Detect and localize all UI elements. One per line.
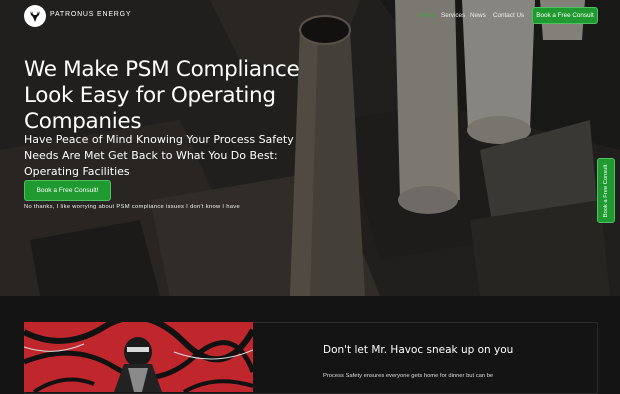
side-consult-tab-label: Book a Free Consult [603,164,609,217]
hero-consult-button[interactable]: Book a Free Consult! [24,180,111,201]
nav-news[interactable]: News [470,12,486,19]
nav-services[interactable]: Services [441,12,465,19]
hero-headline: We Make PSM Compliance Look Easy for Ope… [24,57,300,134]
side-consult-tab[interactable]: Book a Free Consult [597,158,615,223]
section-text: Process Safety ensures everyone gets hom… [323,373,494,379]
brand-name[interactable]: PATRONUS ENERGY [50,11,131,18]
decline-link[interactable]: No thanks, I like worrying about PSM com… [24,204,240,210]
deer-head-icon [30,11,40,22]
hero-subheadline: Have Peace of Mind Knowing Your Process … [24,133,294,178]
header-consult-button[interactable]: Book a Free Consult [532,7,598,24]
mr-havoc-illustration [24,322,253,392]
hero-section: PATRONUS ENERGY Home Services News Conta… [0,0,620,296]
nav-home[interactable]: Home [418,12,435,19]
logo[interactable] [24,5,46,27]
nav-contact-us[interactable]: Contact Us [493,12,524,19]
section-title: Don't let Mr. Havoc sneak up on you [323,344,514,356]
